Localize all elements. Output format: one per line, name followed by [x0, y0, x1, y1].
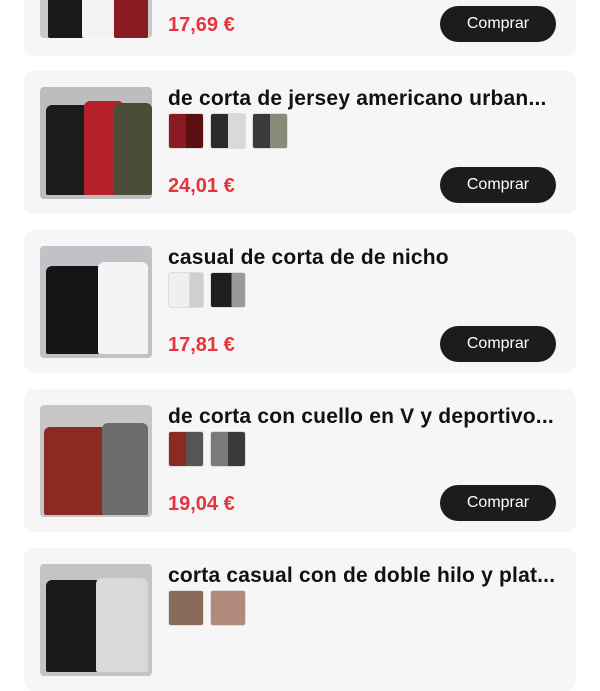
buy-button[interactable]: Comprar	[440, 485, 556, 521]
shirt-image	[114, 0, 148, 38]
variant-thumb[interactable]	[210, 113, 246, 149]
product-title[interactable]: de corta con cuello en V y deportivo...	[168, 405, 560, 429]
product-image[interactable]	[40, 405, 152, 517]
product-image[interactable]	[40, 564, 152, 676]
variant-list	[168, 113, 288, 149]
product-card[interactable]: casual de corta de de nicho 17,81 € Comp…	[24, 230, 576, 373]
variant-list	[168, 431, 246, 467]
product-card[interactable]: de corta de jersey americano urban... 24…	[24, 71, 576, 214]
product-title[interactable]: casual de corta de de nicho	[168, 246, 560, 270]
shirt-image	[46, 580, 102, 672]
variant-thumb[interactable]	[252, 113, 288, 149]
product-card[interactable]: de corta con cuello en V y deportivo... …	[24, 389, 576, 532]
product-title[interactable]: corta casual con de doble hilo y plat...	[168, 564, 560, 588]
variant-thumb[interactable]	[210, 590, 246, 626]
variant-thumb[interactable]	[210, 272, 246, 308]
variant-thumb[interactable]	[168, 431, 204, 467]
shirt-image	[82, 0, 118, 38]
shirt-image	[96, 578, 148, 672]
product-image[interactable]	[40, 87, 152, 199]
product-card[interactable]: 17,69 € Comprar	[24, 0, 576, 56]
shirt-image	[44, 427, 108, 515]
shirt-image	[102, 423, 148, 515]
product-card[interactable]: corta casual con de doble hilo y plat...	[24, 548, 576, 691]
variant-thumb[interactable]	[168, 590, 204, 626]
shirt-image	[114, 103, 152, 195]
product-price: 24,01 €	[168, 175, 235, 197]
buy-button[interactable]: Comprar	[440, 326, 556, 362]
variant-thumb[interactable]	[168, 113, 204, 149]
variant-list	[168, 272, 246, 308]
buy-button[interactable]: Comprar	[440, 167, 556, 203]
variant-list	[168, 590, 246, 626]
product-title[interactable]: de corta de jersey americano urban...	[168, 87, 560, 111]
product-price: 19,04 €	[168, 493, 235, 515]
buy-button[interactable]: Comprar	[440, 6, 556, 42]
product-image[interactable]	[40, 0, 152, 38]
product-price: 17,69 €	[168, 14, 235, 36]
product-price: 17,81 €	[168, 334, 235, 356]
variant-thumb[interactable]	[168, 272, 204, 308]
shirt-image	[98, 262, 148, 354]
shirt-image	[46, 266, 106, 354]
variant-thumb[interactable]	[210, 431, 246, 467]
product-image[interactable]	[40, 246, 152, 358]
